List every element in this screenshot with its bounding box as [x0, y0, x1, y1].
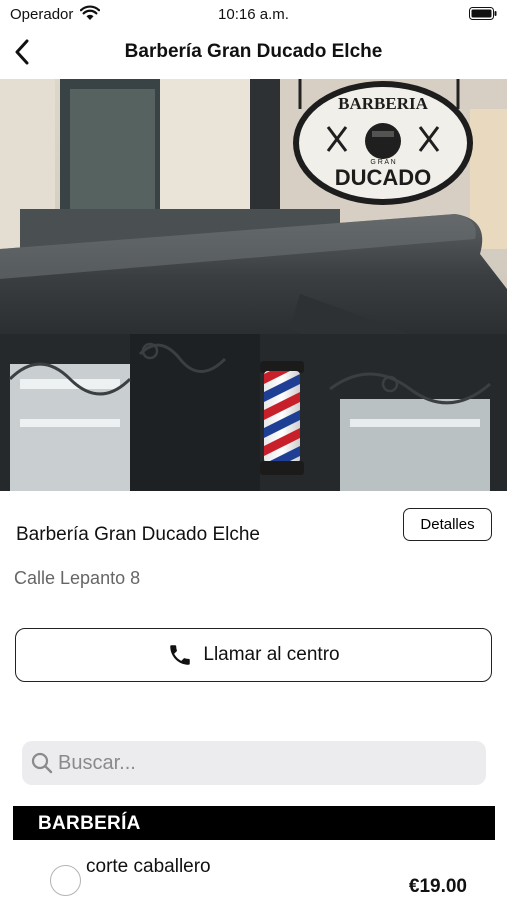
service-select-radio[interactable] [50, 865, 81, 896]
sign-top-text: BARBERIA [338, 94, 428, 113]
sign-bottom-text: DUCADO [335, 165, 432, 190]
call-button-label: Llamar al centro [203, 644, 340, 665]
page-title: Barbería Gran Ducado Elche [124, 41, 383, 62]
service-name: corte caballero [86, 856, 211, 877]
navigation-bar: Barbería Gran Ducado Elche [0, 28, 507, 78]
call-center-button[interactable]: Llamar al centro [15, 628, 492, 682]
category-label: BARBERÍA [38, 813, 141, 834]
search-input[interactable] [58, 741, 478, 785]
category-header: BARBERÍA [13, 806, 495, 840]
search-box [22, 741, 486, 785]
shop-address: Calle Lepanto 8 [14, 568, 141, 588]
search-icon [31, 752, 53, 774]
details-button[interactable]: Detalles [403, 508, 492, 541]
battery-icon [469, 7, 497, 20]
phone-icon [170, 645, 191, 665]
shop-name: Barbería Gran Ducado Elche [16, 524, 260, 545]
clock: 10:16 a.m. [218, 6, 289, 23]
storefront-photo: BARBERIA G R A N DUCADO [0, 79, 507, 491]
service-price: €19.00 [408, 876, 467, 897]
service-row[interactable]: corte caballero €19.00 [0, 848, 507, 900]
storefront-image: BARBERIA G R A N DUCADO [0, 79, 507, 491]
back-button[interactable] [8, 36, 36, 68]
chevron-left-icon [15, 39, 29, 65]
status-bar: Operador 10:16 a.m. [0, 0, 507, 28]
